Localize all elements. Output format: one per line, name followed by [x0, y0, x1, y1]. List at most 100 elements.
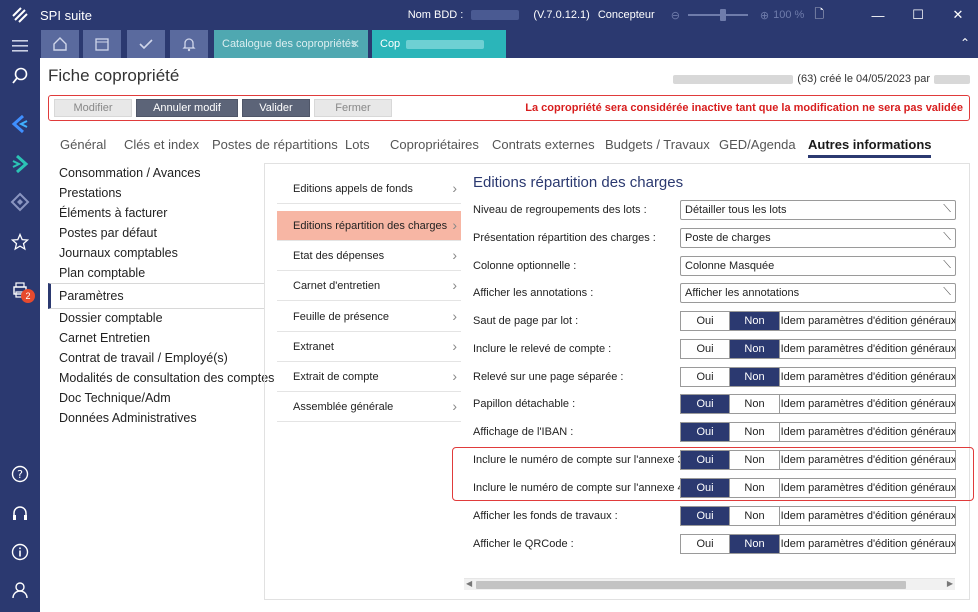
horizontal-scrollbar[interactable]: ◀ ▶ — [464, 578, 955, 590]
sub-item-assemblee-generale[interactable]: Assemblée générale › — [277, 392, 461, 422]
nav-item-elements-facturer[interactable]: Éléments à facturer — [59, 206, 167, 220]
bell-icon[interactable] — [170, 30, 208, 58]
nav-item-dossier-comptable[interactable]: Dossier comptable — [59, 311, 163, 325]
tab-catalogue-coproprietes[interactable]: Catalogue des copropriétés ✕ — [214, 30, 368, 58]
chevron-right-icon: › — [452, 398, 457, 414]
nav-item-contrat-travail[interactable]: Contrat de travail / Employé(s) — [59, 351, 228, 365]
fermer-button[interactable]: Fermer — [314, 99, 392, 117]
tab-ged-agenda[interactable]: GED/Agenda — [719, 137, 796, 152]
non-option[interactable]: Non — [729, 479, 779, 497]
close-window-button[interactable]: ✕ — [938, 0, 978, 30]
arrow-right-teal-icon[interactable] — [0, 150, 40, 178]
maximize-button[interactable]: ☐ — [898, 0, 938, 30]
printer-icon[interactable]: 2 — [0, 276, 40, 304]
redacted-name — [673, 74, 794, 84]
nav-item-plan-comptable[interactable]: Plan comptable — [59, 266, 145, 280]
tab-coproprietaires[interactable]: Copropriétaires — [390, 137, 479, 152]
nav-item-doc-technique[interactable]: Doc Technique/Adm — [59, 391, 171, 405]
zoom-slider[interactable]: ⊖ ⊕ 100 % — [663, 9, 804, 22]
regroupement-lots-select[interactable]: Détailler tous les lots ⟍ — [680, 200, 956, 220]
numero-compte-annexe4-toggle: Oui Non Idem paramètres d'édition généra… — [680, 478, 956, 498]
diamond-icon[interactable] — [0, 188, 40, 216]
idem-option[interactable]: Idem paramètres d'édition généraux — [779, 423, 955, 441]
idem-option[interactable]: Idem paramètres d'édition généraux — [779, 340, 955, 358]
scrollbar-thumb[interactable] — [476, 581, 906, 589]
oui-option[interactable]: Oui — [681, 395, 729, 413]
oui-option[interactable]: Oui — [681, 451, 729, 469]
info-icon[interactable] — [0, 538, 40, 566]
oui-option[interactable]: Oui — [681, 423, 729, 441]
idem-option[interactable]: Idem paramètres d'édition généraux — [779, 451, 955, 469]
nav-item-parametres[interactable]: Paramètres — [59, 289, 124, 303]
sub-item-appels-fonds[interactable]: Editions appels de fonds › — [277, 174, 461, 204]
annuler-modif-button[interactable]: Annuler modif — [136, 99, 238, 117]
tab-copropriete-active[interactable]: Cop — [372, 30, 506, 58]
idem-option[interactable]: Idem paramètres d'édition généraux — [779, 312, 955, 330]
help-icon[interactable]: ? — [0, 460, 40, 488]
star-icon[interactable] — [0, 228, 40, 256]
zoom-in-icon[interactable]: ⊕ — [760, 9, 769, 22]
tab-cles-index[interactable]: Clés et index — [124, 137, 199, 152]
nav-item-consommation[interactable]: Consommation / Avances — [59, 166, 201, 180]
sub-item-carnet-entretien[interactable]: Carnet d'entretien › — [277, 271, 461, 301]
nav-item-prestations[interactable]: Prestations — [59, 186, 122, 200]
chevron-right-icon: › — [452, 217, 457, 233]
non-option[interactable]: Non — [729, 507, 779, 525]
search-icon[interactable] — [0, 62, 40, 90]
sub-item-feuille-presence[interactable]: Feuille de présence › — [277, 302, 461, 332]
created-text: (63) créé le 04/05/2023 par — [797, 73, 930, 85]
minimize-button[interactable]: — — [858, 0, 898, 30]
oui-option[interactable]: Oui — [681, 507, 729, 525]
valider-button[interactable]: Valider — [242, 99, 310, 117]
non-option[interactable]: Non — [729, 451, 779, 469]
non-option[interactable]: Non — [729, 312, 779, 330]
close-tab-icon[interactable]: ✕ — [350, 37, 360, 51]
scroll-left-icon[interactable]: ◀ — [466, 579, 472, 588]
idem-option[interactable]: Idem paramètres d'édition généraux — [779, 507, 955, 525]
presentation-repartition-select[interactable]: Poste de charges ⟍ — [680, 228, 956, 248]
oui-option[interactable]: Oui — [681, 368, 729, 386]
checkmark-icon[interactable] — [127, 30, 165, 58]
afficher-annotations-select[interactable]: Afficher les annotations ⟍ — [680, 283, 956, 303]
tab-lots[interactable]: Lots — [345, 137, 370, 152]
tab-budgets-travaux[interactable]: Budgets / Travaux — [605, 137, 710, 152]
zoom-out-icon[interactable]: ⊖ — [671, 9, 680, 22]
tab-contrats-externes[interactable]: Contrats externes — [492, 137, 595, 152]
nav-item-donnees-administratives[interactable]: Données Administratives — [59, 411, 197, 425]
document-icon[interactable]: 🗋 — [814, 5, 824, 26]
sub-item-etat-depenses[interactable]: Etat des dépenses › — [277, 241, 461, 271]
oui-option[interactable]: Oui — [681, 535, 729, 553]
idem-option[interactable]: Idem paramètres d'édition généraux — [779, 395, 955, 413]
nav-item-postes-defaut[interactable]: Postes par défaut — [59, 226, 157, 240]
sub-item-repartition-charges[interactable]: Editions répartition des charges › — [277, 211, 461, 241]
scroll-right-icon[interactable]: ▶ — [947, 579, 953, 588]
non-option[interactable]: Non — [729, 340, 779, 358]
idem-option[interactable]: Idem paramètres d'édition généraux — [779, 479, 955, 497]
headset-icon[interactable] — [0, 500, 40, 528]
arrow-left-blue-icon[interactable] — [0, 110, 40, 138]
idem-option[interactable]: Idem paramètres d'édition généraux — [779, 535, 955, 553]
tab-postes-repartitions[interactable]: Postes de répartitions — [212, 137, 338, 152]
non-option[interactable]: Non — [729, 395, 779, 413]
oui-option[interactable]: Oui — [681, 479, 729, 497]
calendar-icon[interactable] — [83, 30, 121, 58]
sub-item-extranet[interactable]: Extranet › — [277, 332, 461, 362]
tab-autres-informations[interactable]: Autres informations — [808, 137, 932, 152]
non-option[interactable]: Non — [729, 423, 779, 441]
menu-icon[interactable] — [0, 32, 40, 60]
oui-option[interactable]: Oui — [681, 312, 729, 330]
nav-item-carnet-entretien[interactable]: Carnet Entretien — [59, 331, 150, 345]
home-icon[interactable] — [41, 30, 79, 58]
sub-item-extrait-compte[interactable]: Extrait de compte › — [277, 362, 461, 392]
colonne-optionnelle-select[interactable]: Colonne Masquée ⟍ — [680, 256, 956, 276]
oui-option[interactable]: Oui — [681, 340, 729, 358]
tab-general[interactable]: Général — [60, 137, 106, 152]
idem-option[interactable]: Idem paramètres d'édition généraux — [779, 368, 955, 386]
nav-item-journaux[interactable]: Journaux comptables — [59, 246, 178, 260]
nav-item-modalites-consultation[interactable]: Modalités de consultation des comptes — [59, 371, 274, 385]
modifier-button[interactable]: Modifier — [54, 99, 132, 117]
non-option[interactable]: Non — [729, 368, 779, 386]
user-icon[interactable] — [0, 576, 40, 604]
chevron-up-icon[interactable]: ⌃ — [960, 36, 970, 50]
non-option[interactable]: Non — [729, 535, 779, 553]
